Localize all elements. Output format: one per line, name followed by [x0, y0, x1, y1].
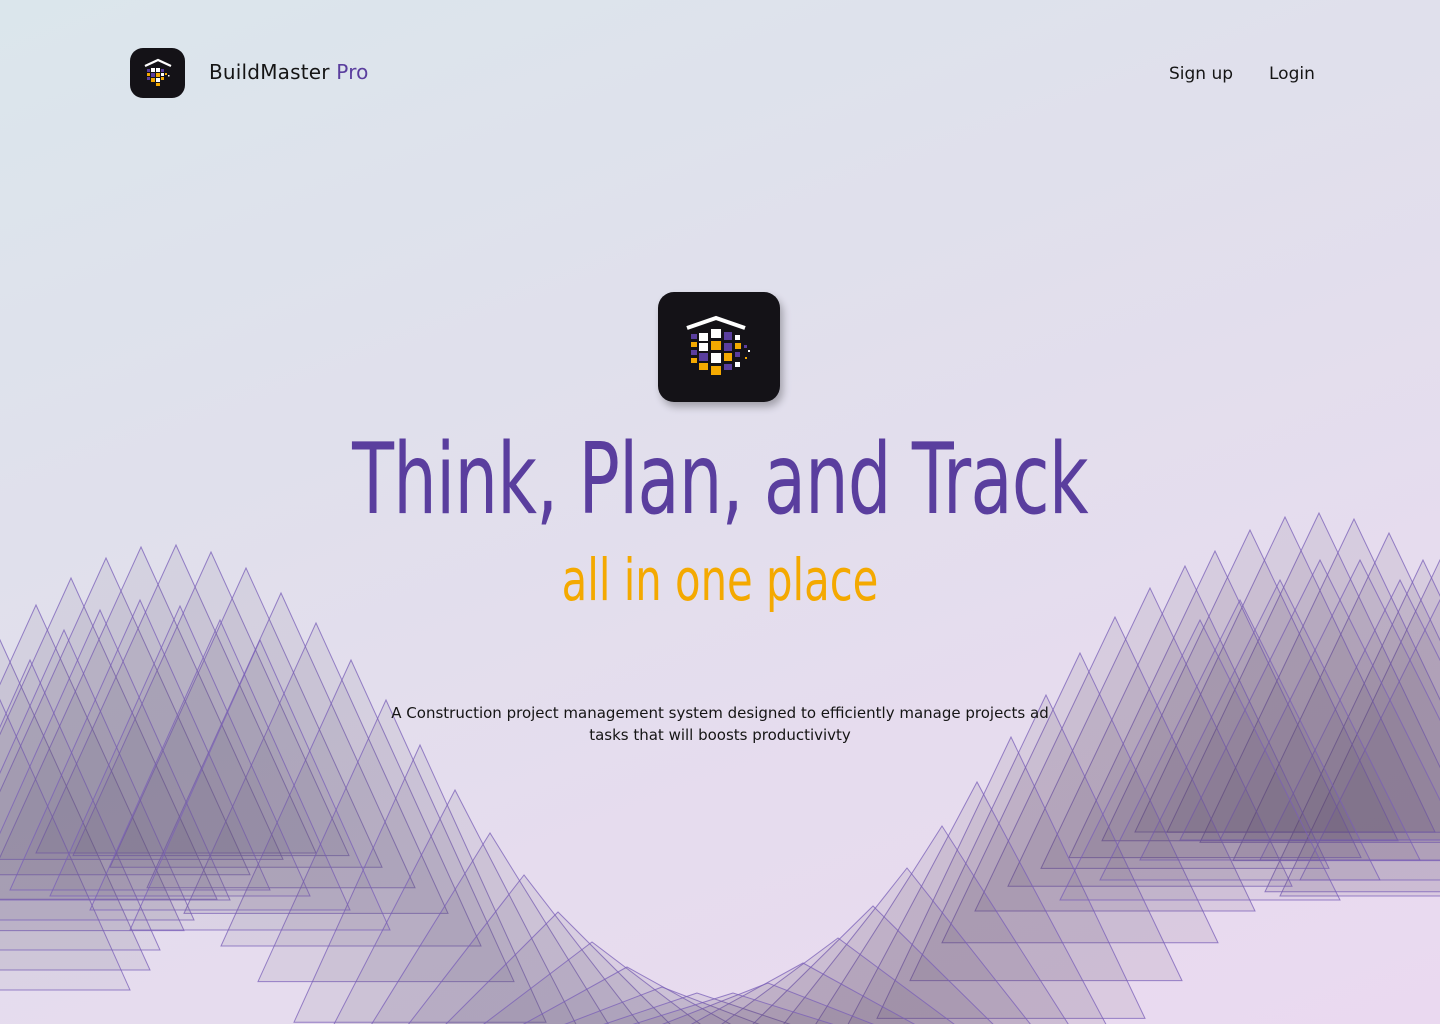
- building-blocks-logo-icon: [144, 58, 171, 86]
- nav-logo-icon[interactable]: [130, 48, 185, 98]
- hero-logo-icon: [658, 292, 780, 402]
- brand-suffix-text: Pro: [336, 60, 369, 84]
- brand-name: BuildMaster Pro: [209, 60, 369, 84]
- signup-link[interactable]: Sign up: [1169, 64, 1233, 84]
- building-blocks-logo-icon: [686, 315, 750, 375]
- hero-description: A Construction project management system…: [391, 704, 1049, 744]
- hero-headline: Think, Plan, and Track: [352, 423, 1088, 537]
- brand-name-text: BuildMaster: [209, 60, 330, 84]
- login-link[interactable]: Login: [1269, 64, 1315, 84]
- hero-subheadline: all in one place: [561, 546, 879, 614]
